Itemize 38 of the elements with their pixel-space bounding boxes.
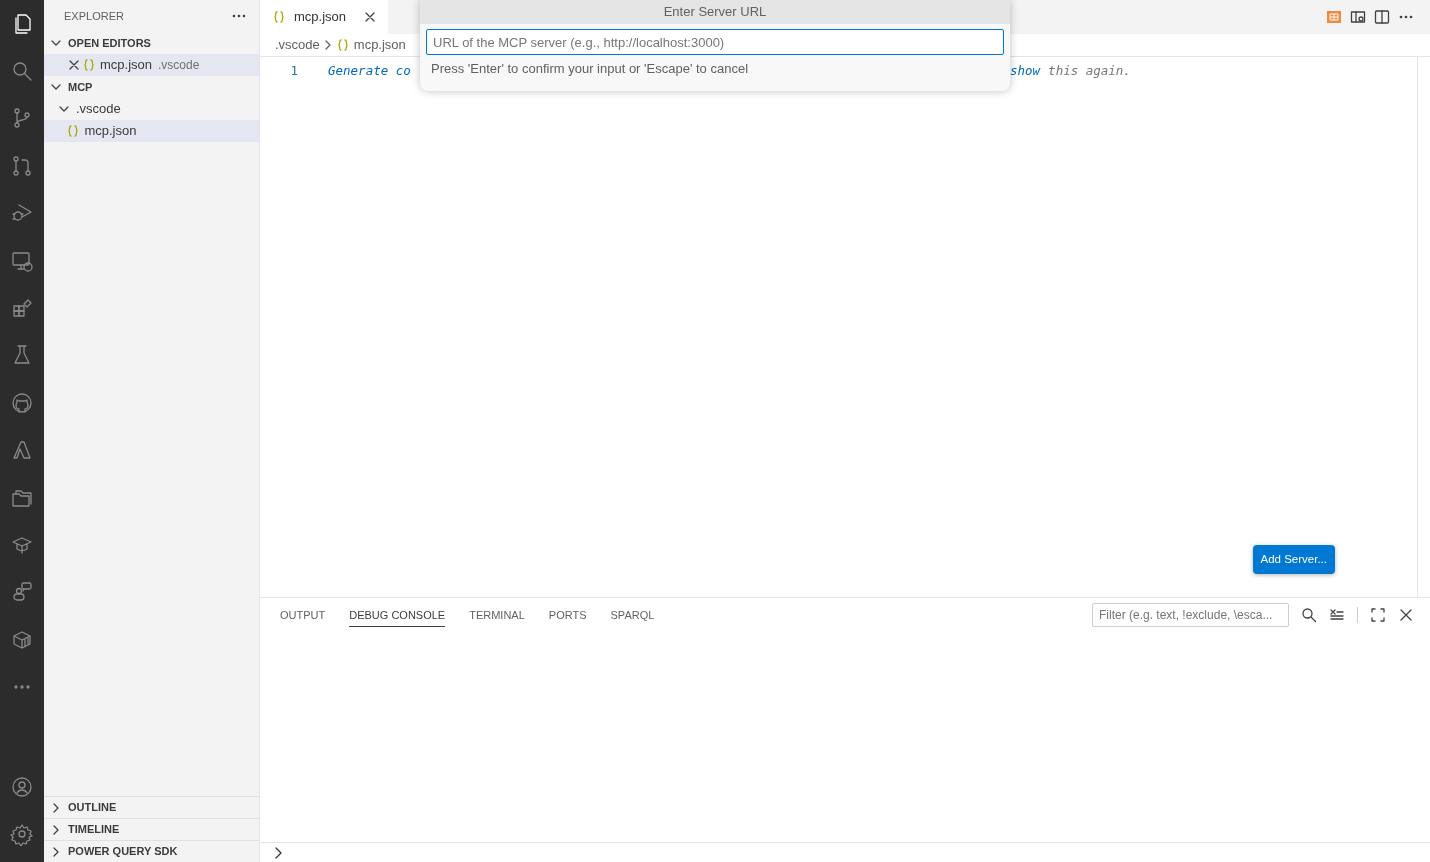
clear-list-icon[interactable] [1329,607,1345,623]
section-header[interactable]: TIMELINE [44,818,259,840]
section-header[interactable]: POWER QUERY SDK [44,840,259,862]
line-number: 1 [289,62,299,80]
json-icon [272,10,286,24]
breadcrumb-item[interactable]: .vscode [275,35,320,55]
add-server-button[interactable]: Add Server... [1252,544,1335,574]
cat-logo-icon[interactable] [10,390,34,415]
folder-item[interactable]: .vscode [44,98,259,120]
account-icon[interactable] [10,774,34,799]
maximize-icon[interactable] [1370,607,1386,623]
section-header[interactable]: MCP [44,76,259,98]
url-input-field[interactable]: URL of the MCP server (e.g., http://localhost:3000) [426,29,1004,55]
preview-icon[interactable] [1350,9,1366,25]
settings-icon[interactable] [10,822,34,847]
panel-tab[interactable]: DEBUG CONSOLE [349,602,446,628]
hint-text: this again. [1048,63,1131,78]
panel-tab[interactable]: PORTS [548,602,587,628]
close-icon[interactable] [1398,607,1414,623]
pull-request-icon[interactable] [10,153,34,178]
breadcrumb-item[interactable]: mcp.json [335,35,406,55]
panel-tab[interactable]: OUTPUT [280,602,326,628]
dialog-title: Enter Server URL [420,0,1010,24]
hint-link[interactable]: Generate co [328,63,411,78]
filter-field[interactable]: Filter (e.g. text, !exclude, \esca... [1092,603,1289,627]
section-header[interactable]: OUTLINE [44,796,259,818]
editor-tab[interactable]: mcp.json [260,0,389,34]
sidebar-title: EXPLORER [64,8,124,24]
split-icon[interactable] [1374,9,1390,25]
hint-link[interactable]: show [1010,63,1041,78]
search-icon[interactable] [1301,607,1317,623]
dialog-message: Press 'Enter' to confirm your input or 'Escape' to cancel [430,60,749,78]
section-header[interactable]: OPEN EDITORS [44,32,259,54]
file-item[interactable]: mcp.json [44,120,259,142]
panel-tab[interactable]: TERMINAL [469,602,525,628]
file-item[interactable]: mcp.json .vscode [44,54,259,76]
json-icon [82,58,96,72]
panel-tab[interactable]: SPARQL [610,602,655,628]
